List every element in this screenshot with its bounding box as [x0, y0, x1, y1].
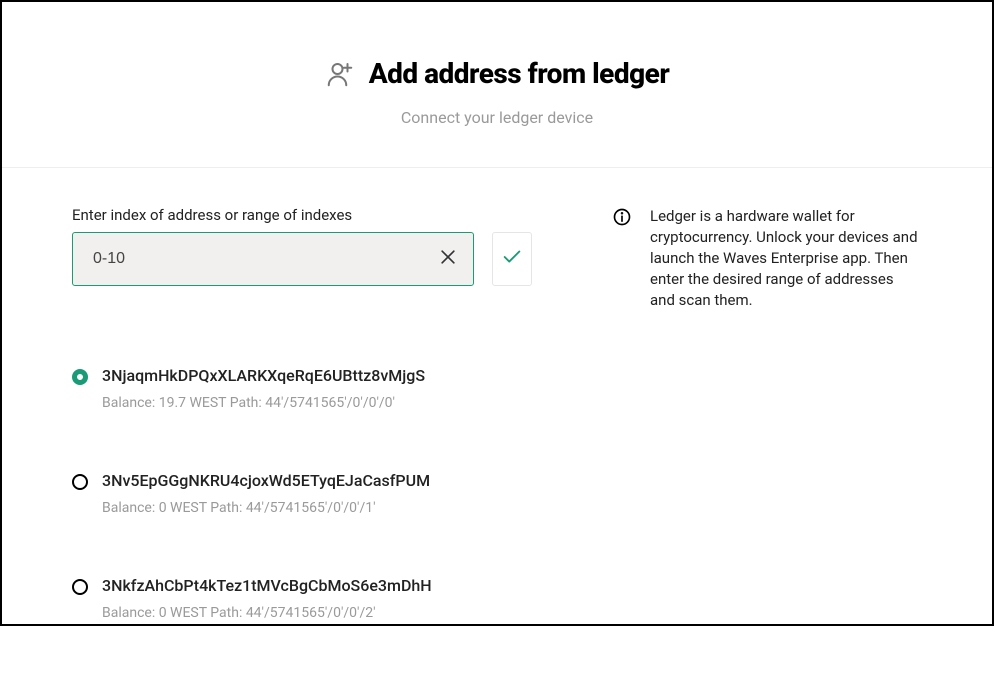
clear-input-button[interactable] — [432, 243, 464, 275]
input-row — [72, 232, 532, 286]
confirm-button[interactable] — [492, 232, 532, 286]
input-wrap — [72, 232, 474, 286]
address-list: 3NjaqmHkDPQxXLARKXqeRqE6UBttz8vMjgS Bala… — [72, 366, 532, 621]
address-radio[interactable] — [72, 474, 88, 490]
address-text: 3NkfzAhCbPt4kTez1tMVcBgCbMoS6e3mDhH — [102, 576, 432, 595]
page-subtitle: Connect your ledger device — [2, 108, 992, 127]
index-input[interactable] — [72, 232, 474, 286]
address-meta: Balance: 0 WEST Path: 44'/5741565'/0'/0'… — [102, 500, 430, 516]
address-text: 3NjaqmHkDPQxXLARKXqeRqE6UBttz8vMjgS — [102, 366, 425, 385]
page-title: Add address from ledger — [369, 57, 670, 90]
address-body: 3Nv5EpGGgNKRU4cjoxWd5ETyqEJaCasfPUM Bala… — [102, 471, 430, 516]
info-row: Ledger is a hardware wallet for cryptocu… — [612, 206, 922, 311]
address-meta: Balance: 19.7 WEST Path: 44'/5741565'/0'… — [102, 395, 425, 411]
address-body: 3NjaqmHkDPQxXLARKXqeRqE6UBttz8vMjgS Bala… — [102, 366, 425, 411]
index-input-label: Enter index of address or range of index… — [72, 206, 532, 224]
address-meta: Balance: 0 WEST Path: 44'/5741565'/0'/0'… — [102, 605, 432, 621]
address-radio[interactable] — [72, 369, 88, 385]
close-icon — [438, 247, 458, 271]
user-plus-icon — [325, 59, 355, 89]
content-area: Enter index of address or range of index… — [2, 168, 992, 681]
header-title-row: Add address from ledger — [2, 57, 992, 90]
address-item[interactable]: 3NkfzAhCbPt4kTez1tMVcBgCbMoS6e3mDhH Bala… — [72, 576, 532, 621]
right-column: Ledger is a hardware wallet for cryptocu… — [612, 206, 922, 681]
page-header: Add address from ledger Connect your led… — [2, 2, 992, 168]
address-item[interactable]: 3NjaqmHkDPQxXLARKXqeRqE6UBttz8vMjgS Bala… — [72, 366, 532, 411]
info-text: Ledger is a hardware wallet for cryptocu… — [650, 206, 922, 311]
address-text: 3Nv5EpGGgNKRU4cjoxWd5ETyqEJaCasfPUM — [102, 471, 430, 490]
left-column: Enter index of address or range of index… — [72, 206, 532, 681]
info-icon — [612, 207, 632, 231]
address-body: 3NkfzAhCbPt4kTez1tMVcBgCbMoS6e3mDhH Bala… — [102, 576, 432, 621]
address-radio[interactable] — [72, 579, 88, 595]
address-item[interactable]: 3Nv5EpGGgNKRU4cjoxWd5ETyqEJaCasfPUM Bala… — [72, 471, 532, 516]
check-icon — [501, 246, 523, 272]
